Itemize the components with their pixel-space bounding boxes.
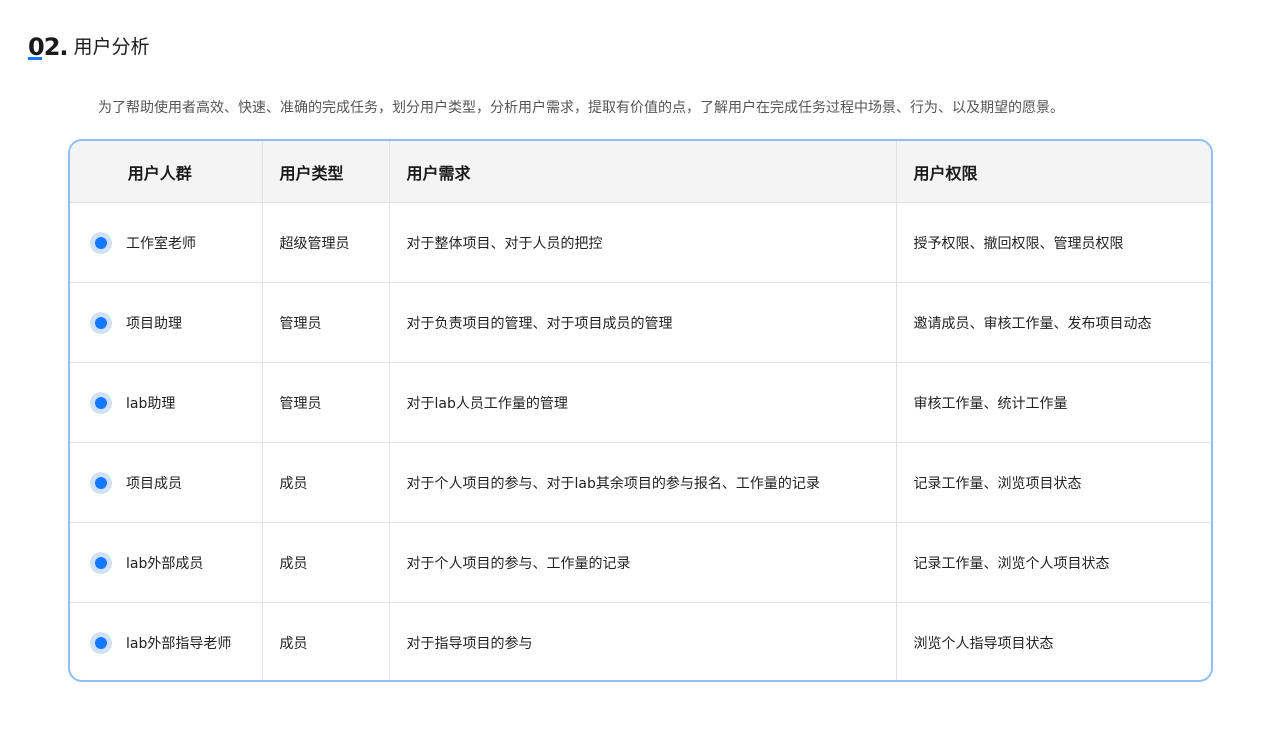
user-permission-cell: 记录工作量、浏览项目状态 (896, 442, 1211, 523)
user-type-cell: 管理员 (262, 282, 390, 363)
user-need-cell: 对于整体项目、对于人员的把控 (389, 202, 897, 283)
user-permission-cell: 记录工作量、浏览个人项目状态 (896, 522, 1211, 603)
intro-text: 为了帮助使用者高效、快速、准确的完成任务，划分用户类型，分析用户需求，提取有价值… (98, 100, 1064, 116)
section-number-underline (28, 57, 42, 60)
bullet-dot-icon (90, 631, 112, 654)
table-row: lab助理 管理员 对于lab人员工作量的管理 审核工作量、统计工作量 (70, 362, 1211, 443)
user-type-cell: 超级管理员 (262, 202, 390, 283)
user-permission-cell: 授予权限、撤回权限、管理员权限 (896, 202, 1211, 283)
user-permission-cell: 浏览个人指导项目状态 (896, 602, 1211, 680)
user-type-cell: 成员 (262, 442, 390, 523)
user-permission-cell: 审核工作量、统计工作量 (896, 362, 1211, 443)
user-need-cell: 对于个人项目的参与、对于lab其余项目的参与报名、工作量的记录 (389, 442, 897, 523)
user-type-cell: 成员 (262, 602, 390, 680)
header-user-type: 用户类型 (262, 141, 390, 203)
bullet-dot-icon (90, 231, 112, 254)
user-group-cell: lab外部成员 (70, 522, 263, 603)
user-group-label: lab外部成员 (126, 555, 204, 572)
user-group-cell: lab外部指导老师 (70, 602, 263, 680)
user-need-cell: 对于指导项目的参与 (389, 602, 897, 680)
section-number: 02. (28, 33, 69, 61)
bullet-dot-icon (90, 471, 112, 494)
table-header-row: 用户人群 用户类型 用户需求 用户权限 (70, 141, 1211, 203)
user-group-label: lab助理 (126, 395, 176, 412)
user-group-cell: 项目成员 (70, 442, 263, 523)
table-row: 项目成员 成员 对于个人项目的参与、对于lab其余项目的参与报名、工作量的记录 … (70, 442, 1211, 523)
header-user-group: 用户人群 (70, 141, 263, 203)
user-permission-cell: 邀请成员、审核工作量、发布项目动态 (896, 282, 1211, 363)
table-row: 项目助理 管理员 对于负责项目的管理、对于项目成员的管理 邀请成员、审核工作量、… (70, 282, 1211, 363)
bullet-dot-icon (90, 311, 112, 334)
user-group-label: 工作室老师 (126, 235, 196, 252)
user-analysis-table-frame: 用户人群 用户类型 用户需求 用户权限 工作室老师 超级管理员 对于整体项目、对… (68, 139, 1213, 682)
user-need-cell: 对于负责项目的管理、对于项目成员的管理 (389, 282, 897, 363)
user-need-cell: 对于lab人员工作量的管理 (389, 362, 897, 443)
table-row: lab外部成员 成员 对于个人项目的参与、工作量的记录 记录工作量、浏览个人项目… (70, 522, 1211, 603)
user-type-cell: 管理员 (262, 362, 390, 443)
bullet-dot-icon (90, 391, 112, 414)
user-type-cell: 成员 (262, 522, 390, 603)
user-group-label: 项目成员 (126, 475, 182, 492)
user-need-cell: 对于个人项目的参与、工作量的记录 (389, 522, 897, 603)
user-group-cell: lab助理 (70, 362, 263, 443)
user-analysis-table: 用户人群 用户类型 用户需求 用户权限 工作室老师 超级管理员 对于整体项目、对… (70, 141, 1211, 680)
table-row: 工作室老师 超级管理员 对于整体项目、对于人员的把控 授予权限、撤回权限、管理员… (70, 202, 1211, 283)
user-group-label: 项目助理 (126, 315, 182, 332)
bullet-dot-icon (90, 551, 112, 574)
table-row: lab外部指导老师 成员 对于指导项目的参与 浏览个人指导项目状态 (70, 602, 1211, 680)
section-title: 02. 用户分析 (28, 28, 150, 60)
user-group-cell: 工作室老师 (70, 202, 263, 283)
user-group-cell: 项目助理 (70, 282, 263, 363)
header-user-need: 用户需求 (389, 141, 897, 203)
header-user-permission: 用户权限 (896, 141, 1211, 203)
user-group-label: lab外部指导老师 (126, 635, 232, 652)
section-label: 用户分析 (73, 36, 150, 58)
